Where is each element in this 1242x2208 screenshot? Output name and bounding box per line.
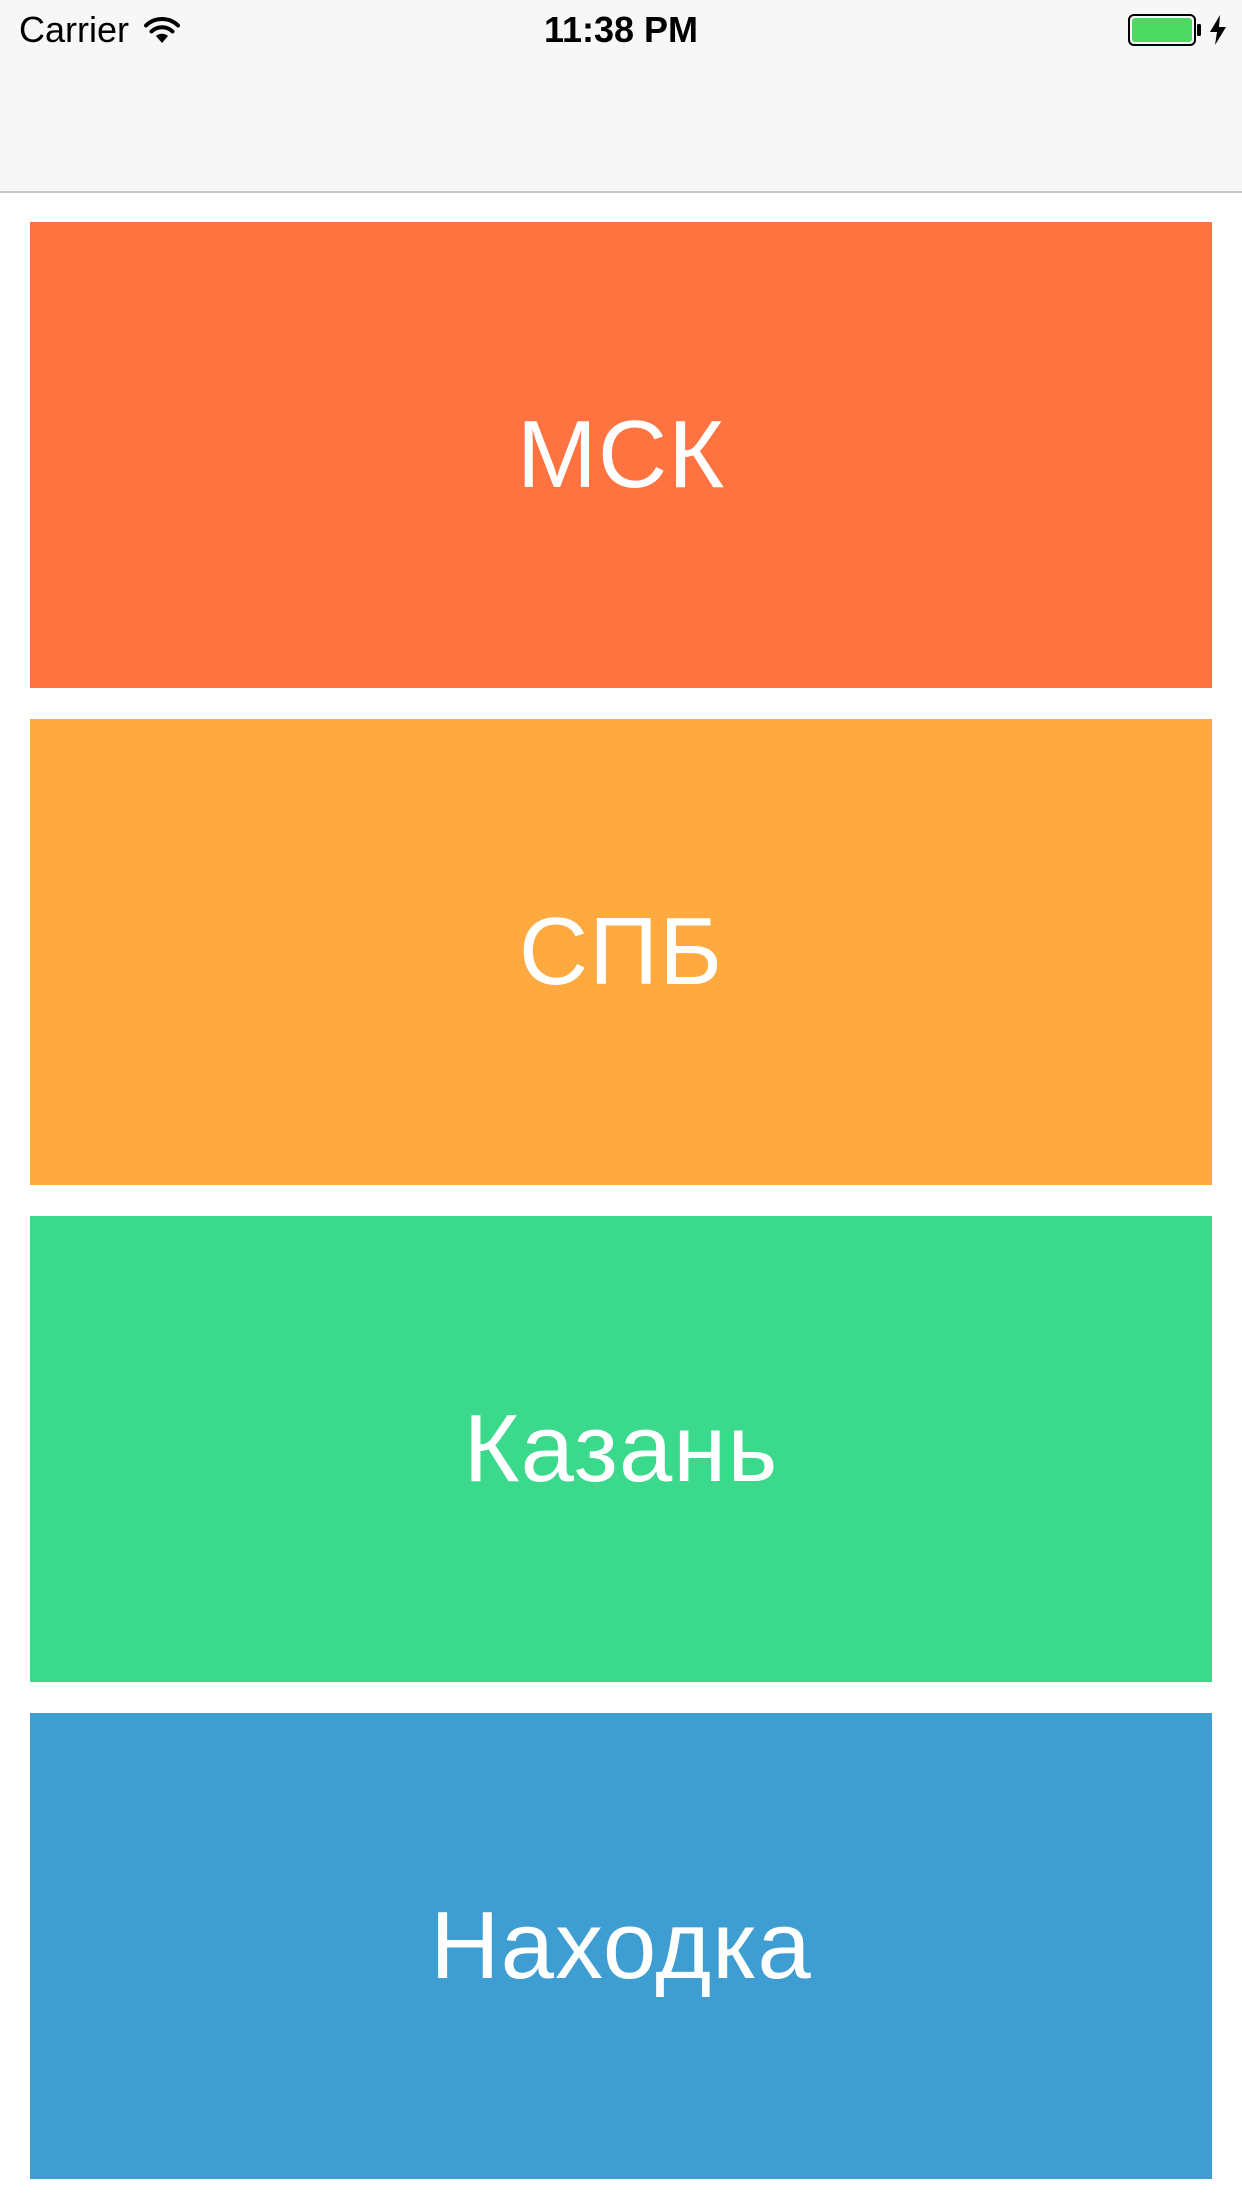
city-tile-kazan[interactable]: Казань [30, 1216, 1212, 1682]
city-tile-label: СПБ [518, 898, 724, 1005]
city-tile-label: Казань [463, 1395, 779, 1502]
battery-icon [1128, 14, 1201, 46]
city-tile-msk[interactable]: МСК [30, 222, 1212, 688]
city-tile-label: Находка [430, 1892, 812, 1999]
city-tile-nakhodka[interactable]: Находка [30, 1713, 1212, 2179]
city-tile-spb[interactable]: СПБ [30, 719, 1212, 1185]
battery-indicator [1128, 14, 1228, 46]
status-bar: Carrier 11:38 PM [0, 0, 1242, 60]
status-time: 11:38 PM [543, 9, 699, 50]
bolt-icon [1210, 15, 1226, 45]
city-tile-label: МСК [516, 401, 726, 508]
navigation-bar [0, 60, 1242, 193]
city-list: МСК СПБ Казань Находка [30, 222, 1212, 2179]
